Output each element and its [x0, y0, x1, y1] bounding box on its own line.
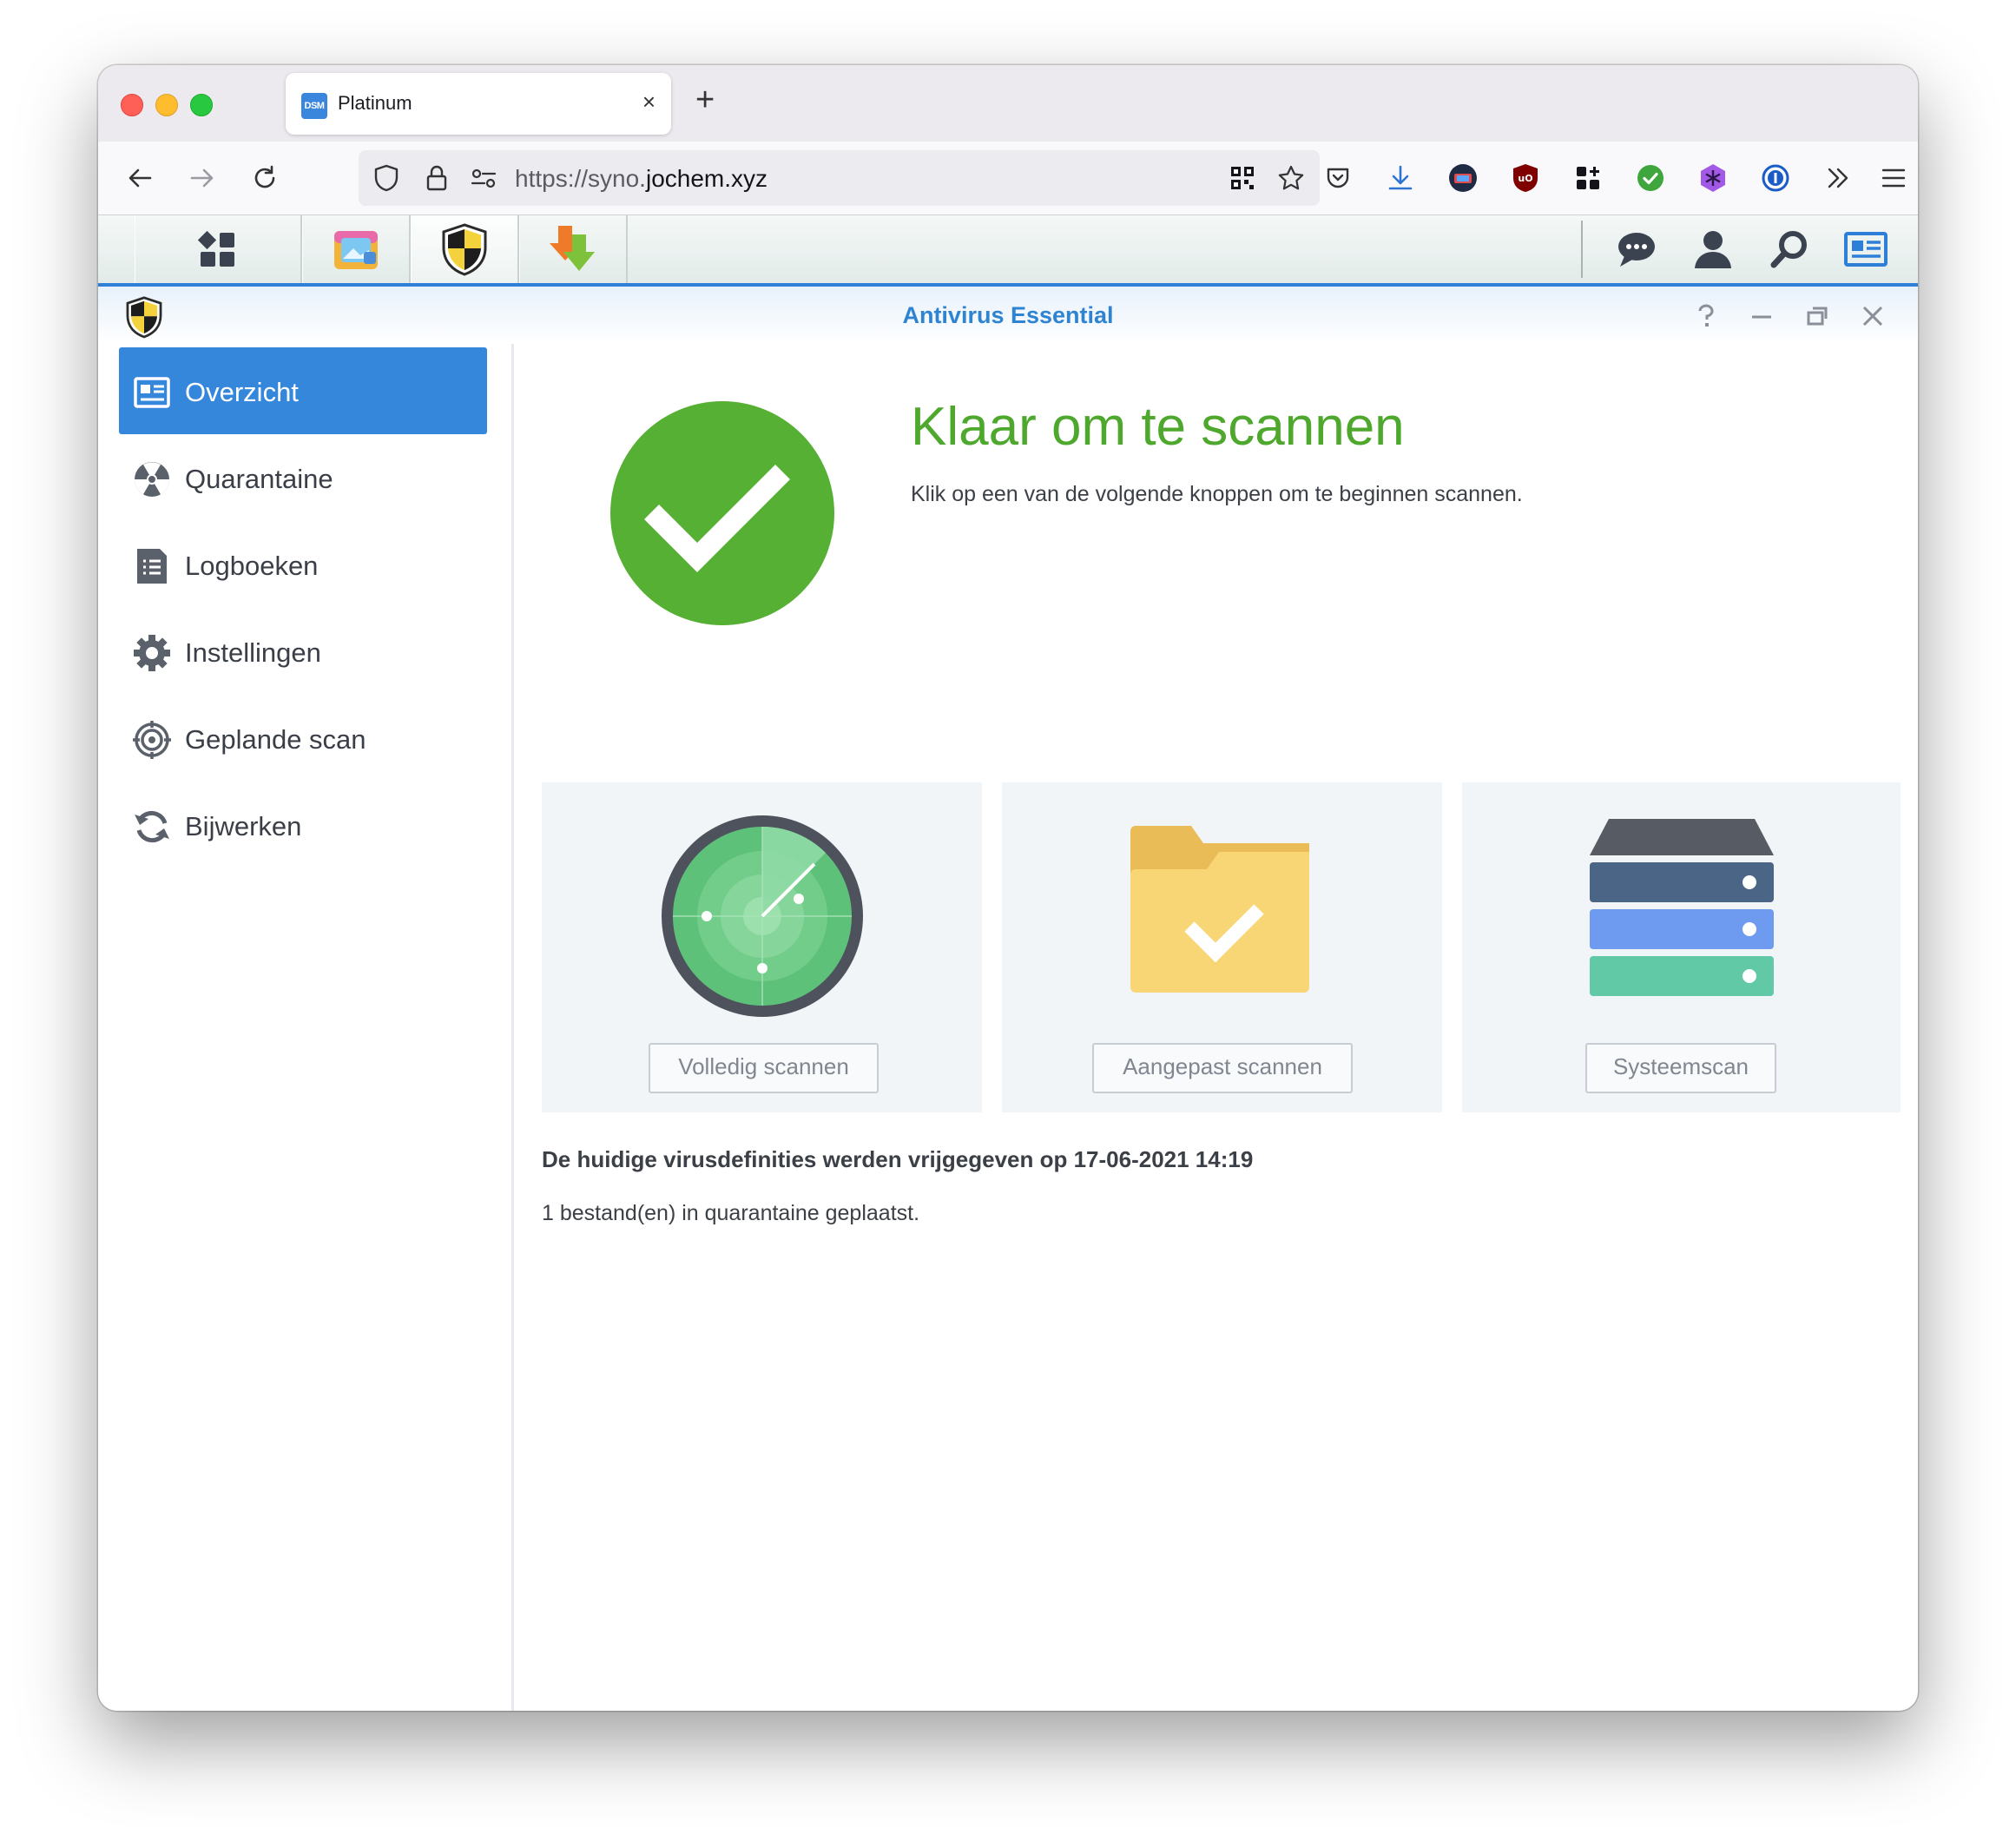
help-button[interactable] — [1689, 299, 1723, 333]
url-domain: jochem.xyz — [645, 165, 768, 192]
definitions-info: De huidige virusdefinities werden vrijge… — [542, 1146, 1254, 1172]
close-window-button[interactable] — [121, 94, 143, 116]
downloads-icon[interactable] — [1378, 155, 1423, 201]
password-manager-icon[interactable] — [1753, 155, 1798, 201]
reload-icon — [254, 165, 275, 188]
photo-app-button[interactable] — [302, 215, 411, 283]
hamburger-menu-icon[interactable] — [1871, 155, 1916, 201]
antivirus-app-button[interactable] — [411, 215, 519, 283]
extension-tv-icon[interactable] — [1440, 155, 1486, 201]
restore-app-button[interactable] — [1800, 299, 1835, 333]
main-content: Klaar om te scannen Klik op een van de v… — [514, 344, 1918, 1711]
sidebar-item-label: Quarantaine — [185, 464, 333, 494]
system-scan-button[interactable]: Systeemscan — [1585, 1043, 1776, 1093]
overview-icon — [133, 373, 171, 412]
maximize-window-button[interactable] — [190, 94, 213, 116]
browser-tab[interactable]: DSM Platinum × — [286, 73, 671, 135]
sidebar: Overzicht Quarantaine Logboeken Instelli… — [98, 344, 514, 1711]
back-button[interactable] — [117, 155, 162, 201]
system-scan-card[interactable]: Systeemscan — [1462, 782, 1901, 1112]
photo-app-icon — [334, 231, 378, 269]
custom-scan-button[interactable]: Aangepast scannen — [1092, 1043, 1353, 1093]
quarantine-info: 1 bestand(en) in quarantaine geplaatst. — [542, 1201, 920, 1225]
sidebar-item-logboeken[interactable]: Logboeken — [119, 521, 487, 608]
svg-text:uO: uO — [1518, 173, 1532, 184]
minimize-window-button[interactable] — [155, 94, 178, 116]
minimize-app-button[interactable] — [1744, 299, 1779, 333]
refresh-icon — [133, 808, 171, 846]
dsm-taskbar — [98, 215, 1918, 287]
sidebar-item-label: Geplande scan — [185, 724, 366, 755]
status-title: Klaar om te scannen — [911, 397, 1405, 457]
sidebar-item-label: Bijwerken — [185, 811, 302, 841]
download-arrows-icon — [550, 226, 595, 271]
search-icon — [1770, 231, 1807, 268]
folder-check-icon — [1130, 826, 1309, 993]
full-scan-button[interactable]: Volledig scannen — [649, 1043, 879, 1093]
sidebar-item-bijwerken[interactable]: Bijwerken — [119, 782, 487, 868]
user-icon — [1695, 231, 1731, 268]
tab-title: Platinum — [338, 92, 412, 114]
close-icon — [1862, 306, 1883, 327]
extensions-grid-icon[interactable] — [1565, 155, 1611, 201]
help-icon — [1698, 304, 1714, 327]
browser-window: DSM Platinum × + https://syno.jochem.xyz… — [98, 65, 1918, 1711]
sidebar-item-geplande-scan[interactable]: Geplande scan — [119, 695, 487, 782]
navigation-bar: https://syno.jochem.xyz uO — [98, 142, 1918, 215]
dsm-favicon-icon: DSM — [301, 93, 327, 119]
new-tab-button[interactable]: + — [695, 82, 715, 117]
sidebar-item-instellingen[interactable]: Instellingen — [119, 608, 487, 695]
qr-code-icon[interactable] — [1227, 162, 1258, 194]
minimize-icon — [1752, 315, 1771, 319]
tab-bar: DSM Platinum × + — [98, 65, 1918, 142]
overflow-chevrons-icon[interactable] — [1815, 155, 1861, 201]
restore-icon — [1807, 307, 1828, 326]
lock-icon[interactable] — [421, 162, 452, 194]
status-subtitle: Klik op een van de volgende knoppen om t… — [911, 482, 1523, 506]
main-menu-icon — [197, 230, 234, 267]
search-button[interactable] — [1755, 215, 1824, 283]
ready-check-icon — [610, 401, 834, 625]
forward-arrow-icon — [190, 168, 214, 188]
green-check-extension-icon[interactable] — [1628, 155, 1673, 201]
url-bar[interactable]: https://syno.jochem.xyz — [359, 150, 1320, 206]
log-icon — [133, 547, 171, 585]
main-menu-button[interactable] — [135, 215, 302, 283]
notifications-button[interactable] — [1602, 215, 1671, 283]
chat-icon — [1618, 233, 1655, 267]
tab-close-icon[interactable]: × — [642, 89, 656, 115]
full-scan-card[interactable]: Volledig scannen — [542, 782, 982, 1112]
user-button[interactable] — [1678, 215, 1748, 283]
ublock-origin-icon[interactable]: uO — [1503, 155, 1548, 201]
permissions-icon[interactable] — [468, 162, 499, 194]
sidebar-item-label: Logboeken — [185, 551, 319, 581]
close-app-button[interactable] — [1855, 299, 1890, 333]
taskbar-divider — [1581, 221, 1583, 278]
back-arrow-icon — [128, 168, 152, 188]
purple-extension-icon[interactable] — [1690, 155, 1736, 201]
widgets-button[interactable] — [1831, 215, 1901, 283]
app-title: Antivirus Essential — [902, 302, 1114, 328]
sidebar-item-label: Overzicht — [185, 377, 299, 407]
sidebar-item-label: Instellingen — [185, 637, 321, 668]
sidebar-item-overzicht[interactable]: Overzicht — [119, 347, 487, 434]
app-title-bar[interactable]: Antivirus Essential — [98, 287, 1918, 344]
custom-scan-card[interactable]: Aangepast scannen — [1002, 782, 1442, 1112]
reload-button[interactable] — [242, 155, 287, 201]
radar-icon — [661, 815, 863, 1017]
target-icon — [133, 721, 171, 759]
shield-tracking-icon[interactable] — [371, 162, 402, 194]
bookmark-star-icon[interactable] — [1275, 162, 1307, 194]
radiation-icon — [133, 460, 171, 498]
widgets-icon — [1844, 232, 1888, 267]
server-icon — [1589, 819, 1774, 996]
forward-button[interactable] — [180, 155, 225, 201]
pocket-icon[interactable] — [1315, 155, 1360, 201]
gear-icon — [133, 634, 171, 672]
antivirus-shield-icon — [442, 223, 487, 276]
sidebar-item-quarantaine[interactable]: Quarantaine — [119, 434, 487, 521]
download-station-button[interactable] — [519, 215, 628, 283]
url-text[interactable]: https://syno.jochem.xyz — [515, 165, 768, 193]
url-prefix: https://syno. — [515, 165, 646, 192]
